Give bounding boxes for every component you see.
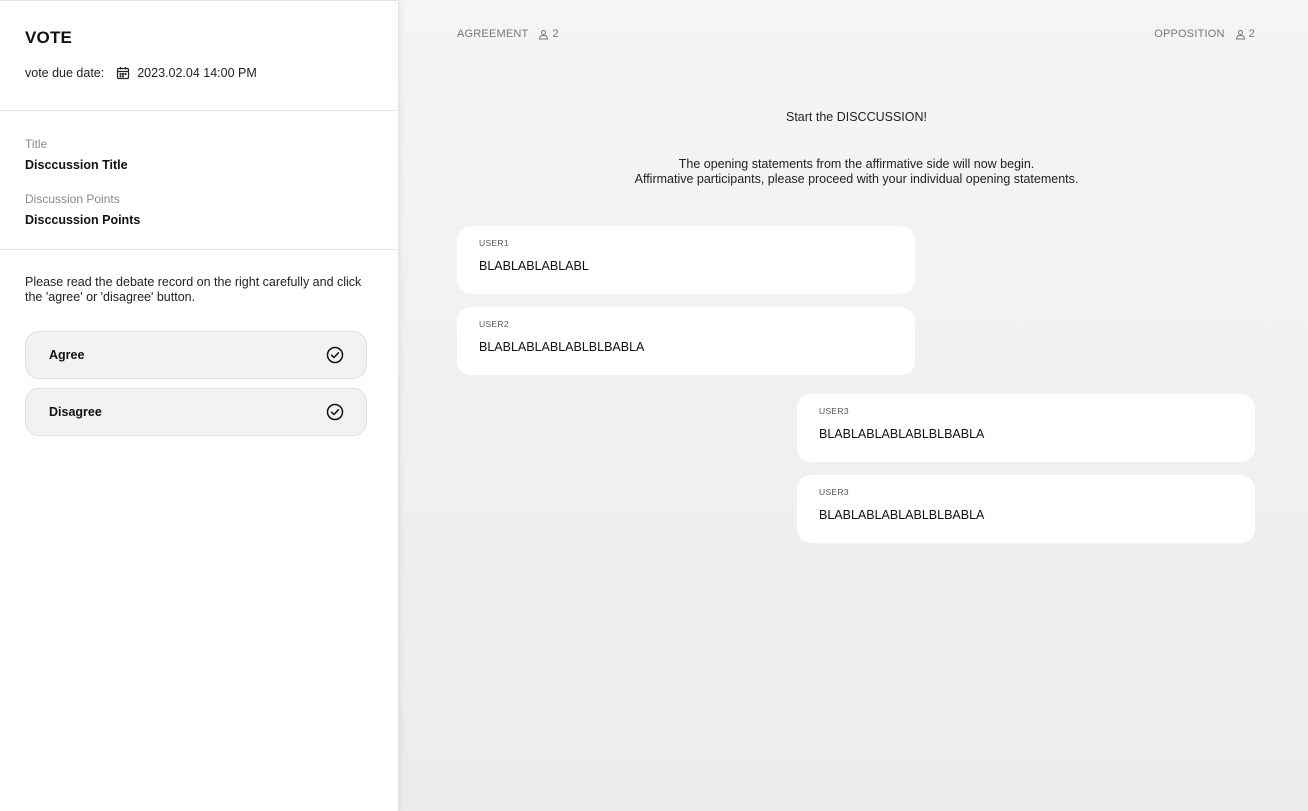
message-user: USER3 xyxy=(819,406,849,416)
title-value: Disccussion Title xyxy=(25,158,128,172)
due-date-value: 2023.02.04 14:00 PM xyxy=(137,66,257,80)
agreement-count: 2 xyxy=(552,28,559,40)
opposition-count: 2 xyxy=(1248,28,1255,40)
points-label: Discussion Points xyxy=(25,192,120,206)
opening-statement-notice: The opening statements from the affirmat… xyxy=(399,157,1308,187)
check-circle-icon xyxy=(326,403,344,421)
message-bubble: USER1 BLABLABLABLABL xyxy=(457,226,915,294)
points-value: Disccussion Points xyxy=(25,213,141,227)
vote-title: VOTE xyxy=(25,28,73,47)
opening-line-1: The opening statements from the affirmat… xyxy=(678,157,1035,171)
debate-record: AGREEMENT 2 OPPOSITION 2 Start the DISCC… xyxy=(399,0,1308,811)
message-text: BLABLABLABLABLBLBABLA xyxy=(819,508,985,522)
disagree-button[interactable]: Disagree xyxy=(25,388,367,436)
opposition-label: OPPOSITION xyxy=(1154,28,1225,40)
message-text: BLABLABLABLABLBLBABLA xyxy=(819,427,985,441)
due-date-row: vote due date: 2023.02.04 14:00 PM xyxy=(25,66,373,80)
message-user: USER2 xyxy=(479,319,509,329)
agree-button[interactable]: Agree xyxy=(25,331,367,379)
agreement-label: AGREEMENT xyxy=(457,28,529,40)
check-circle-icon xyxy=(326,346,344,364)
message-bubble: USER3 BLABLABLABLABLBLBABLA xyxy=(797,475,1255,543)
message-text: BLABLABLABLABL xyxy=(479,259,589,273)
opposition-tag: OPPOSITION 2 xyxy=(1154,28,1255,40)
person-icon xyxy=(538,29,549,40)
vote-header: VOTE vote due date: 2023.02.04 14:00 PM xyxy=(0,0,398,111)
vote-section: Please read the debate record on the rig… xyxy=(0,250,398,436)
message-text: BLABLABLABLABLBLBABLA xyxy=(479,340,645,354)
due-date-label: vote due date: xyxy=(25,66,105,80)
title-label: Title xyxy=(25,137,48,151)
message-user: USER1 xyxy=(479,238,509,248)
disagree-label: Disagree xyxy=(49,405,102,419)
opening-line-2: Affirmative participants, please proceed… xyxy=(634,172,1079,186)
vote-instruction: Please read the debate record on the rig… xyxy=(25,275,362,304)
discussion-info: Title Disccussion Title Discussion Point… xyxy=(0,111,398,250)
message-bubble: USER3 BLABLABLABLABLBLBABLA xyxy=(797,394,1255,462)
message-user: USER3 xyxy=(819,487,849,497)
agree-label: Agree xyxy=(49,348,85,362)
person-icon xyxy=(1235,29,1246,40)
agreement-tag: AGREEMENT 2 xyxy=(457,28,559,40)
vote-sidebar: VOTE vote due date: 2023.02.04 14:00 PM xyxy=(0,0,399,811)
calendar-icon xyxy=(116,66,130,80)
message-bubble: USER2 BLABLABLABLABLBLBABLA xyxy=(457,307,915,375)
discussion-start-title: Start the DISCCUSSION! xyxy=(785,110,927,124)
